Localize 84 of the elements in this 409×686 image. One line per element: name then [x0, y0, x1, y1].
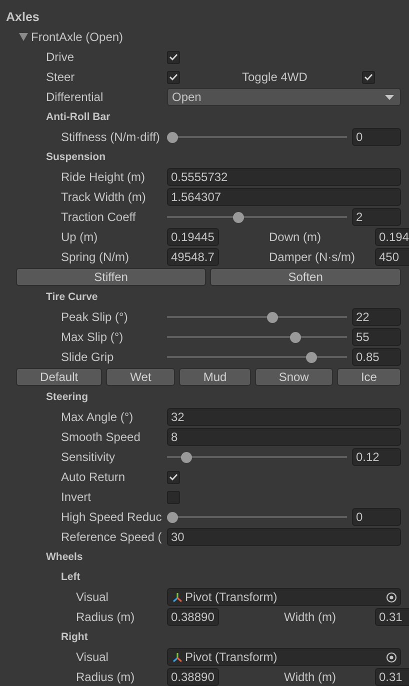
- slider-thumb[interactable]: [180, 452, 192, 462]
- foldout-arrow-icon: [19, 33, 28, 41]
- field-label: Width (m): [283, 610, 337, 624]
- section-header: Anti-Roll Bar: [46, 111, 110, 123]
- field-label: Radius (m): [76, 670, 136, 684]
- field-label: Toggle 4WD: [241, 70, 308, 84]
- slider-thumb[interactable]: [266, 312, 278, 322]
- dropdown-arrow-icon: [385, 94, 394, 100]
- slider-thumb[interactable]: [232, 212, 244, 222]
- section-header: Left: [61, 571, 80, 583]
- input-field[interactable]: 22: [352, 308, 401, 326]
- field-label: Damper (N·s/m): [268, 250, 356, 264]
- target-icon[interactable]: [386, 592, 397, 602]
- field-label: Slide Grip: [61, 350, 115, 364]
- field-label: Peak Slip (°): [61, 310, 129, 324]
- section-header: Right: [61, 631, 88, 643]
- preset-button[interactable]: Ice: [336, 368, 402, 386]
- input-field[interactable]: 0: [352, 508, 401, 526]
- preset-button[interactable]: Stiffen: [16, 268, 206, 286]
- slider-thumb[interactable]: [167, 512, 178, 522]
- field-label: Steer: [46, 70, 76, 84]
- input-field[interactable]: 0.31: [375, 668, 409, 686]
- checkbox[interactable]: [362, 70, 375, 84]
- input-field[interactable]: 0.38890: [167, 608, 219, 626]
- field-label: Radius (m): [76, 610, 136, 624]
- dropdown[interactable]: Open: [167, 88, 401, 106]
- section-header: Steering: [46, 391, 88, 403]
- field-label: Reference Speed (: [61, 530, 163, 544]
- input-field[interactable]: 8: [167, 428, 401, 446]
- field-label: Track Width (m): [61, 190, 147, 204]
- target-icon[interactable]: [386, 652, 397, 662]
- section-header: Wheels: [46, 551, 83, 563]
- input-field[interactable]: 0.38890: [167, 668, 219, 686]
- input-field[interactable]: 0.31: [375, 608, 409, 626]
- object-field[interactable]: Pivot (Transform): [167, 648, 401, 666]
- field-label: High Speed Reduc: [61, 510, 163, 524]
- input-field[interactable]: 0: [352, 128, 401, 146]
- field-label: Max Angle (°): [61, 410, 134, 424]
- field-label: Up (m): [61, 230, 99, 244]
- slider-thumb[interactable]: [167, 132, 178, 142]
- foldout-header[interactable]: FrontAxle (Open): [0, 27, 409, 47]
- field-label: Invert: [61, 490, 92, 504]
- preset-button[interactable]: Wet: [106, 368, 176, 386]
- field-label: Smooth Speed: [61, 430, 142, 444]
- input-field[interactable]: 55: [352, 328, 401, 346]
- preset-button[interactable]: Snow: [254, 368, 333, 386]
- input-field[interactable]: 0.194: [375, 228, 409, 246]
- field-label: Auto Return: [61, 470, 126, 484]
- field-label: Visual: [76, 650, 110, 664]
- field-label: Stiffness (N/m·diff): [61, 130, 161, 144]
- field-label: Max Slip (°): [61, 330, 124, 344]
- input-field[interactable]: 32: [167, 408, 401, 426]
- preset-button[interactable]: Default: [16, 368, 102, 386]
- field-label: Traction Coeff: [61, 210, 137, 224]
- object-field[interactable]: Pivot (Transform): [167, 588, 401, 606]
- field-label: Differential: [46, 90, 104, 104]
- section-header: Suspension: [46, 151, 106, 163]
- checkbox[interactable]: [167, 50, 180, 64]
- field-label: Sensitivity: [61, 450, 116, 464]
- slider-thumb[interactable]: [290, 332, 302, 342]
- field-label: Visual: [76, 590, 110, 604]
- slider-thumb[interactable]: [306, 352, 317, 362]
- input-field[interactable]: 0.5555732: [167, 168, 401, 186]
- transform-icon: [172, 652, 183, 662]
- field-label: Down (m): [268, 230, 322, 244]
- input-field[interactable]: 0.19445: [167, 228, 219, 246]
- checkbox[interactable]: [167, 70, 180, 84]
- section-header: Tire Curve: [46, 291, 98, 303]
- preset-button[interactable]: Soften: [210, 268, 402, 286]
- field-label: Spring (N/m): [61, 250, 130, 264]
- field-label: Ride Height (m): [61, 170, 146, 184]
- transform-icon: [172, 592, 183, 602]
- input-field[interactable]: 0.85: [352, 348, 401, 366]
- input-field[interactable]: 49548.7: [167, 248, 219, 266]
- input-field[interactable]: 2: [352, 208, 401, 226]
- field-label: Drive: [46, 50, 76, 64]
- input-field[interactable]: 30: [167, 528, 401, 546]
- section-title: Axles: [5, 10, 40, 24]
- input-field[interactable]: 450: [375, 248, 409, 266]
- field-label: Width (m): [283, 670, 337, 684]
- input-field[interactable]: 1.564307: [167, 188, 401, 206]
- preset-button[interactable]: Mud: [179, 368, 251, 386]
- input-field[interactable]: 0.12: [352, 448, 401, 466]
- checkbox[interactable]: [167, 470, 180, 484]
